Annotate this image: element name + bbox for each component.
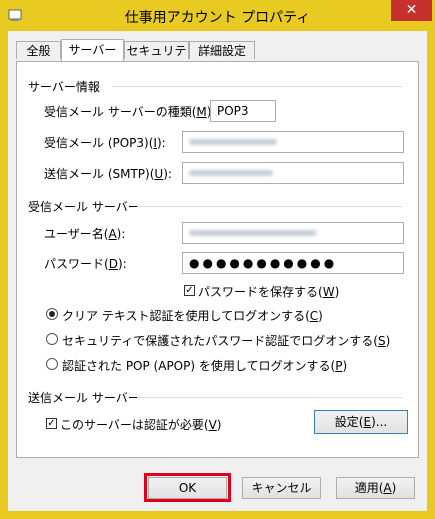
server-type-label: 受信メール サーバーの種類(M): xyxy=(44,105,215,119)
radio-apop-auth[interactable] xyxy=(46,358,58,370)
auth-required-checkbox[interactable]: ✓ xyxy=(46,418,57,429)
apply-button[interactable]: 適用(A) xyxy=(336,477,415,499)
password-input[interactable]: ●●●●●●●●●●● xyxy=(182,252,404,274)
window-title: 仕事用アカウント プロパティ xyxy=(124,10,311,26)
radio-spa-auth[interactable] xyxy=(46,333,58,345)
group-label-outgoing-server: 送信メール サーバー xyxy=(28,391,140,405)
tab-security[interactable]: セキュリティ xyxy=(124,41,189,76)
tab-general[interactable]: 全般 xyxy=(16,41,61,59)
server-type-field: POP3 xyxy=(210,100,276,122)
save-password-label[interactable]: パスワードを保存する(W) xyxy=(198,283,339,300)
tab-advanced[interactable]: 詳細設定 xyxy=(189,41,255,59)
server-tab-panel: サーバー情報 受信メール サーバーの種類(M): POP3 受信メール (POP… xyxy=(16,61,419,458)
radio-clear-text-auth[interactable] xyxy=(46,308,58,320)
group-label-server-info: サーバー情報 xyxy=(28,80,100,94)
title-bar: 仕事用アカウント プロパティ ✕ xyxy=(0,0,435,31)
apop-auth-label[interactable]: 認証された POP (APOP) を使用してログオンする(P) xyxy=(62,357,347,374)
group-divider xyxy=(137,397,402,398)
blurred-text xyxy=(189,230,317,236)
auth-required-label[interactable]: このサーバーは認証が必要(V) xyxy=(60,416,221,433)
group-divider xyxy=(137,206,402,207)
username-label: ユーザー名(A): xyxy=(44,227,126,241)
cancel-button[interactable]: キャンセル xyxy=(242,477,321,499)
radio-selected-dot xyxy=(49,311,55,317)
clear-text-auth-label[interactable]: クリア テキスト認証を使用してログオンする(C) xyxy=(62,307,323,324)
close-button[interactable]: ✕ xyxy=(391,0,432,21)
blurred-text xyxy=(189,139,277,145)
outgoing-server-input[interactable] xyxy=(182,162,404,184)
password-label: パスワード(D): xyxy=(44,257,127,271)
username-input[interactable] xyxy=(182,222,404,244)
incoming-server-input[interactable] xyxy=(182,131,404,153)
blurred-text xyxy=(189,170,273,176)
tab-server[interactable]: サーバー xyxy=(61,39,124,61)
settings-button[interactable]: 設定(E)... xyxy=(314,410,408,434)
spa-auth-label[interactable]: セキュリティで保護されたパスワード認証でログオンする(S) xyxy=(62,332,390,349)
save-password-checkbox[interactable]: ✓ xyxy=(184,285,195,296)
ok-button[interactable]: OK xyxy=(148,477,227,499)
dialog-client: 全般 サーバー セキュリティ 詳細設定 サーバー情報 受信メール サーバーの種類… xyxy=(8,31,427,511)
outgoing-server-label: 送信メール (SMTP)(U): xyxy=(44,167,172,181)
incoming-server-label: 受信メール (POP3)(I): xyxy=(44,136,166,150)
group-label-incoming-server: 受信メール サーバー xyxy=(28,200,140,214)
group-divider xyxy=(112,86,402,87)
